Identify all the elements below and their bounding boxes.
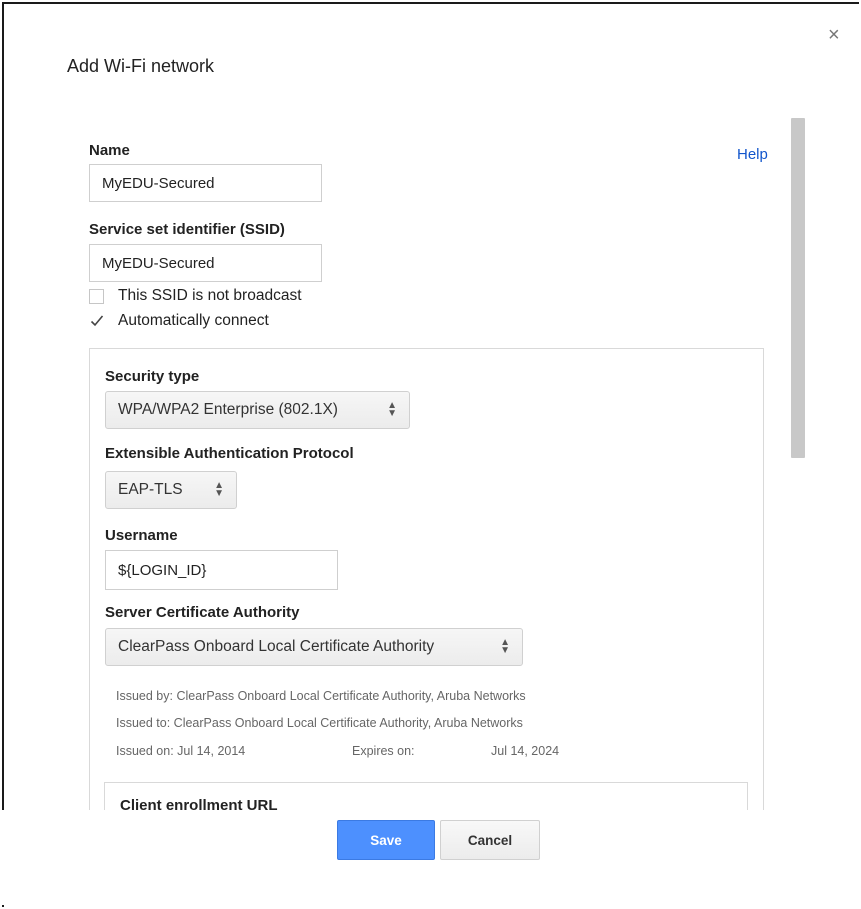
eap-select[interactable]: EAP-TLS ▲ ▼ bbox=[105, 471, 237, 509]
cancel-button[interactable]: Cancel bbox=[440, 820, 540, 860]
cert-issued-to: Issued to: ClearPass Onboard Local Certi… bbox=[116, 716, 523, 730]
select-arrows-icon: ▲ ▼ bbox=[500, 637, 510, 656]
security-type-select[interactable]: WPA/WPA2 Enterprise (802.1X) ▲ ▼ bbox=[105, 391, 410, 429]
ssid-input[interactable]: MyEDU-Secured bbox=[89, 244, 322, 282]
name-label: Name bbox=[89, 142, 130, 159]
security-type-value: WPA/WPA2 Enterprise (802.1X) bbox=[118, 401, 338, 418]
username-label: Username bbox=[105, 527, 178, 544]
checkmark-icon bbox=[90, 314, 104, 326]
cert-expires-label: Expires on: bbox=[352, 744, 415, 758]
ssid-input-value: MyEDU-Secured bbox=[102, 254, 215, 272]
auto-connect-label: Automatically connect bbox=[118, 312, 269, 329]
not-broadcast-row[interactable]: This SSID is not broadcast bbox=[89, 287, 302, 305]
ssid-label: Service set identifier (SSID) bbox=[89, 221, 285, 238]
scrollbar-thumb[interactable] bbox=[791, 118, 805, 458]
eap-value: EAP-TLS bbox=[118, 481, 183, 498]
cert-issued-on: Issued on: Jul 14, 2014 bbox=[116, 744, 246, 758]
auto-connect-row[interactable]: Automatically connect bbox=[89, 312, 269, 330]
ca-label: Server Certificate Authority bbox=[105, 604, 300, 621]
username-input-value: ${LOGIN_ID} bbox=[118, 561, 207, 579]
cert-issued-by: Issued by: ClearPass Onboard Local Certi… bbox=[116, 689, 526, 703]
not-broadcast-checkbox[interactable] bbox=[89, 288, 104, 304]
not-broadcast-label: This SSID is not broadcast bbox=[118, 287, 302, 304]
save-button[interactable]: Save bbox=[337, 820, 435, 860]
eap-label: Extensible Authentication Protocol bbox=[105, 445, 354, 462]
ca-select[interactable]: ClearPass Onboard Local Certificate Auth… bbox=[105, 628, 523, 666]
help-link[interactable]: Help bbox=[737, 146, 768, 163]
dialog-title: Add Wi-Fi network bbox=[67, 56, 215, 76]
username-input[interactable]: ${LOGIN_ID} bbox=[105, 550, 338, 590]
cert-expires-value: Jul 14, 2024 bbox=[491, 744, 560, 758]
close-icon[interactable]: × bbox=[828, 25, 840, 45]
select-arrows-icon: ▲ ▼ bbox=[387, 400, 397, 419]
name-input[interactable]: MyEDU-Secured bbox=[89, 164, 322, 202]
name-input-value: MyEDU-Secured bbox=[102, 174, 215, 192]
select-arrows-icon: ▲ ▼ bbox=[214, 480, 224, 499]
auto-connect-checkbox[interactable] bbox=[89, 313, 104, 329]
ca-value: ClearPass Onboard Local Certificate Auth… bbox=[118, 638, 435, 655]
security-type-label: Security type bbox=[105, 368, 200, 385]
